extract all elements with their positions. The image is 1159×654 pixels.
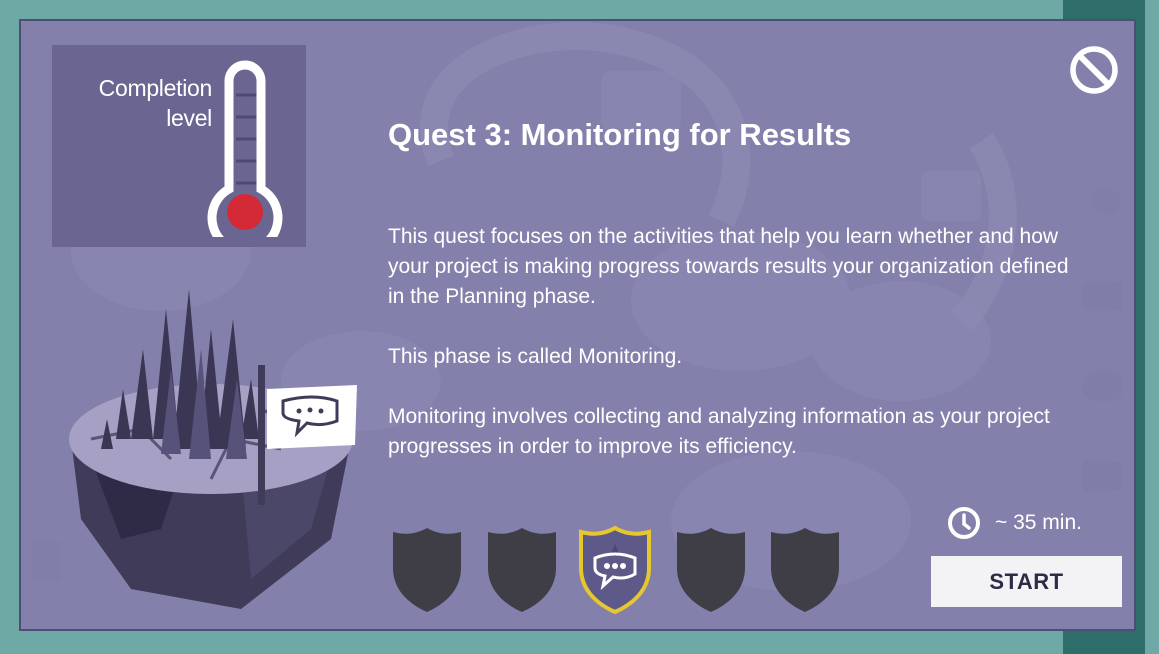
quest-description-2: This phase is called Monitoring.	[388, 345, 683, 368]
badge-1	[389, 524, 465, 614]
quest-description-1: This quest focuses on the activities tha…	[388, 225, 1069, 308]
badge-4	[673, 524, 749, 614]
badge-3-active[interactable]	[577, 524, 653, 614]
badge-2	[484, 524, 560, 614]
quest-modal: Completion level Quest 3: Monitoring for…	[19, 19, 1136, 631]
close-button[interactable]	[1069, 45, 1119, 95]
no-entry-icon	[1070, 46, 1118, 94]
quest-badges	[389, 524, 849, 614]
thermometer-icon	[207, 60, 283, 237]
shield-icon	[771, 528, 839, 612]
completion-level-panel: Completion level	[52, 45, 306, 247]
shield-icon	[488, 528, 556, 612]
floating-island-illustration	[69, 289, 357, 609]
clock-icon	[948, 507, 980, 539]
quest-duration: ~ 35 min.	[947, 505, 1117, 541]
quest-description-3: Monitoring involves collecting and analy…	[388, 405, 1050, 458]
shield-icon	[677, 528, 745, 612]
completion-label: Completion level	[60, 73, 213, 133]
duration-text: ~ 35 min.	[995, 511, 1082, 534]
shield-icon	[393, 528, 461, 612]
start-button[interactable]: START	[931, 556, 1122, 607]
badge-5	[767, 524, 843, 614]
quest-title: Quest 3: Monitoring for Results	[388, 117, 852, 152]
chat-bubble-icon	[579, 525, 651, 614]
